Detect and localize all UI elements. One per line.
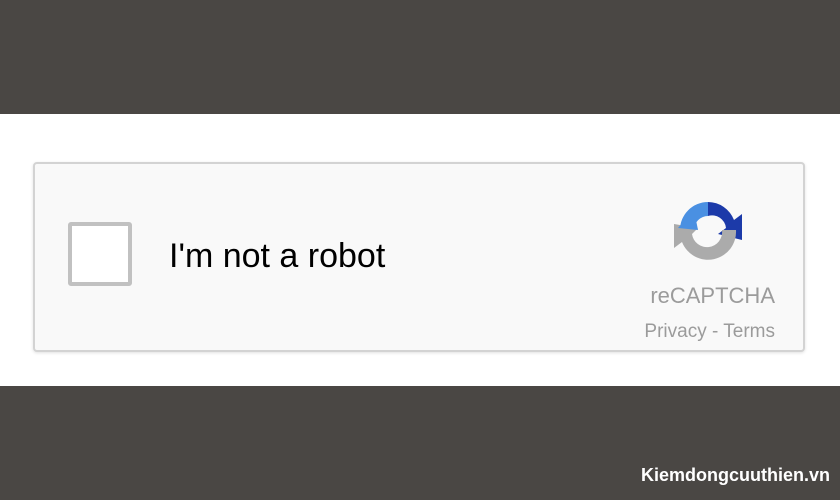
site-watermark: Kiemdongcuuthien.vn <box>641 465 830 485</box>
not-a-robot-checkbox[interactable] <box>68 222 132 286</box>
terms-link[interactable]: Terms <box>723 321 775 342</box>
recaptcha-links: Privacy - Terms <box>644 320 775 344</box>
recaptcha-brand: reCAPTCHA <box>650 283 775 308</box>
recaptcha-logo-icon <box>674 202 742 260</box>
privacy-link[interactable]: Privacy <box>644 321 706 342</box>
captcha-panel: I'm not a robot reCAPTCHA Privacy - Term… <box>0 114 840 386</box>
links-separator: - <box>706 321 724 342</box>
checkbox-label: I'm not a robot <box>169 237 386 275</box>
recaptcha-widget: I'm not a robot reCAPTCHA Privacy - Term… <box>33 162 805 352</box>
